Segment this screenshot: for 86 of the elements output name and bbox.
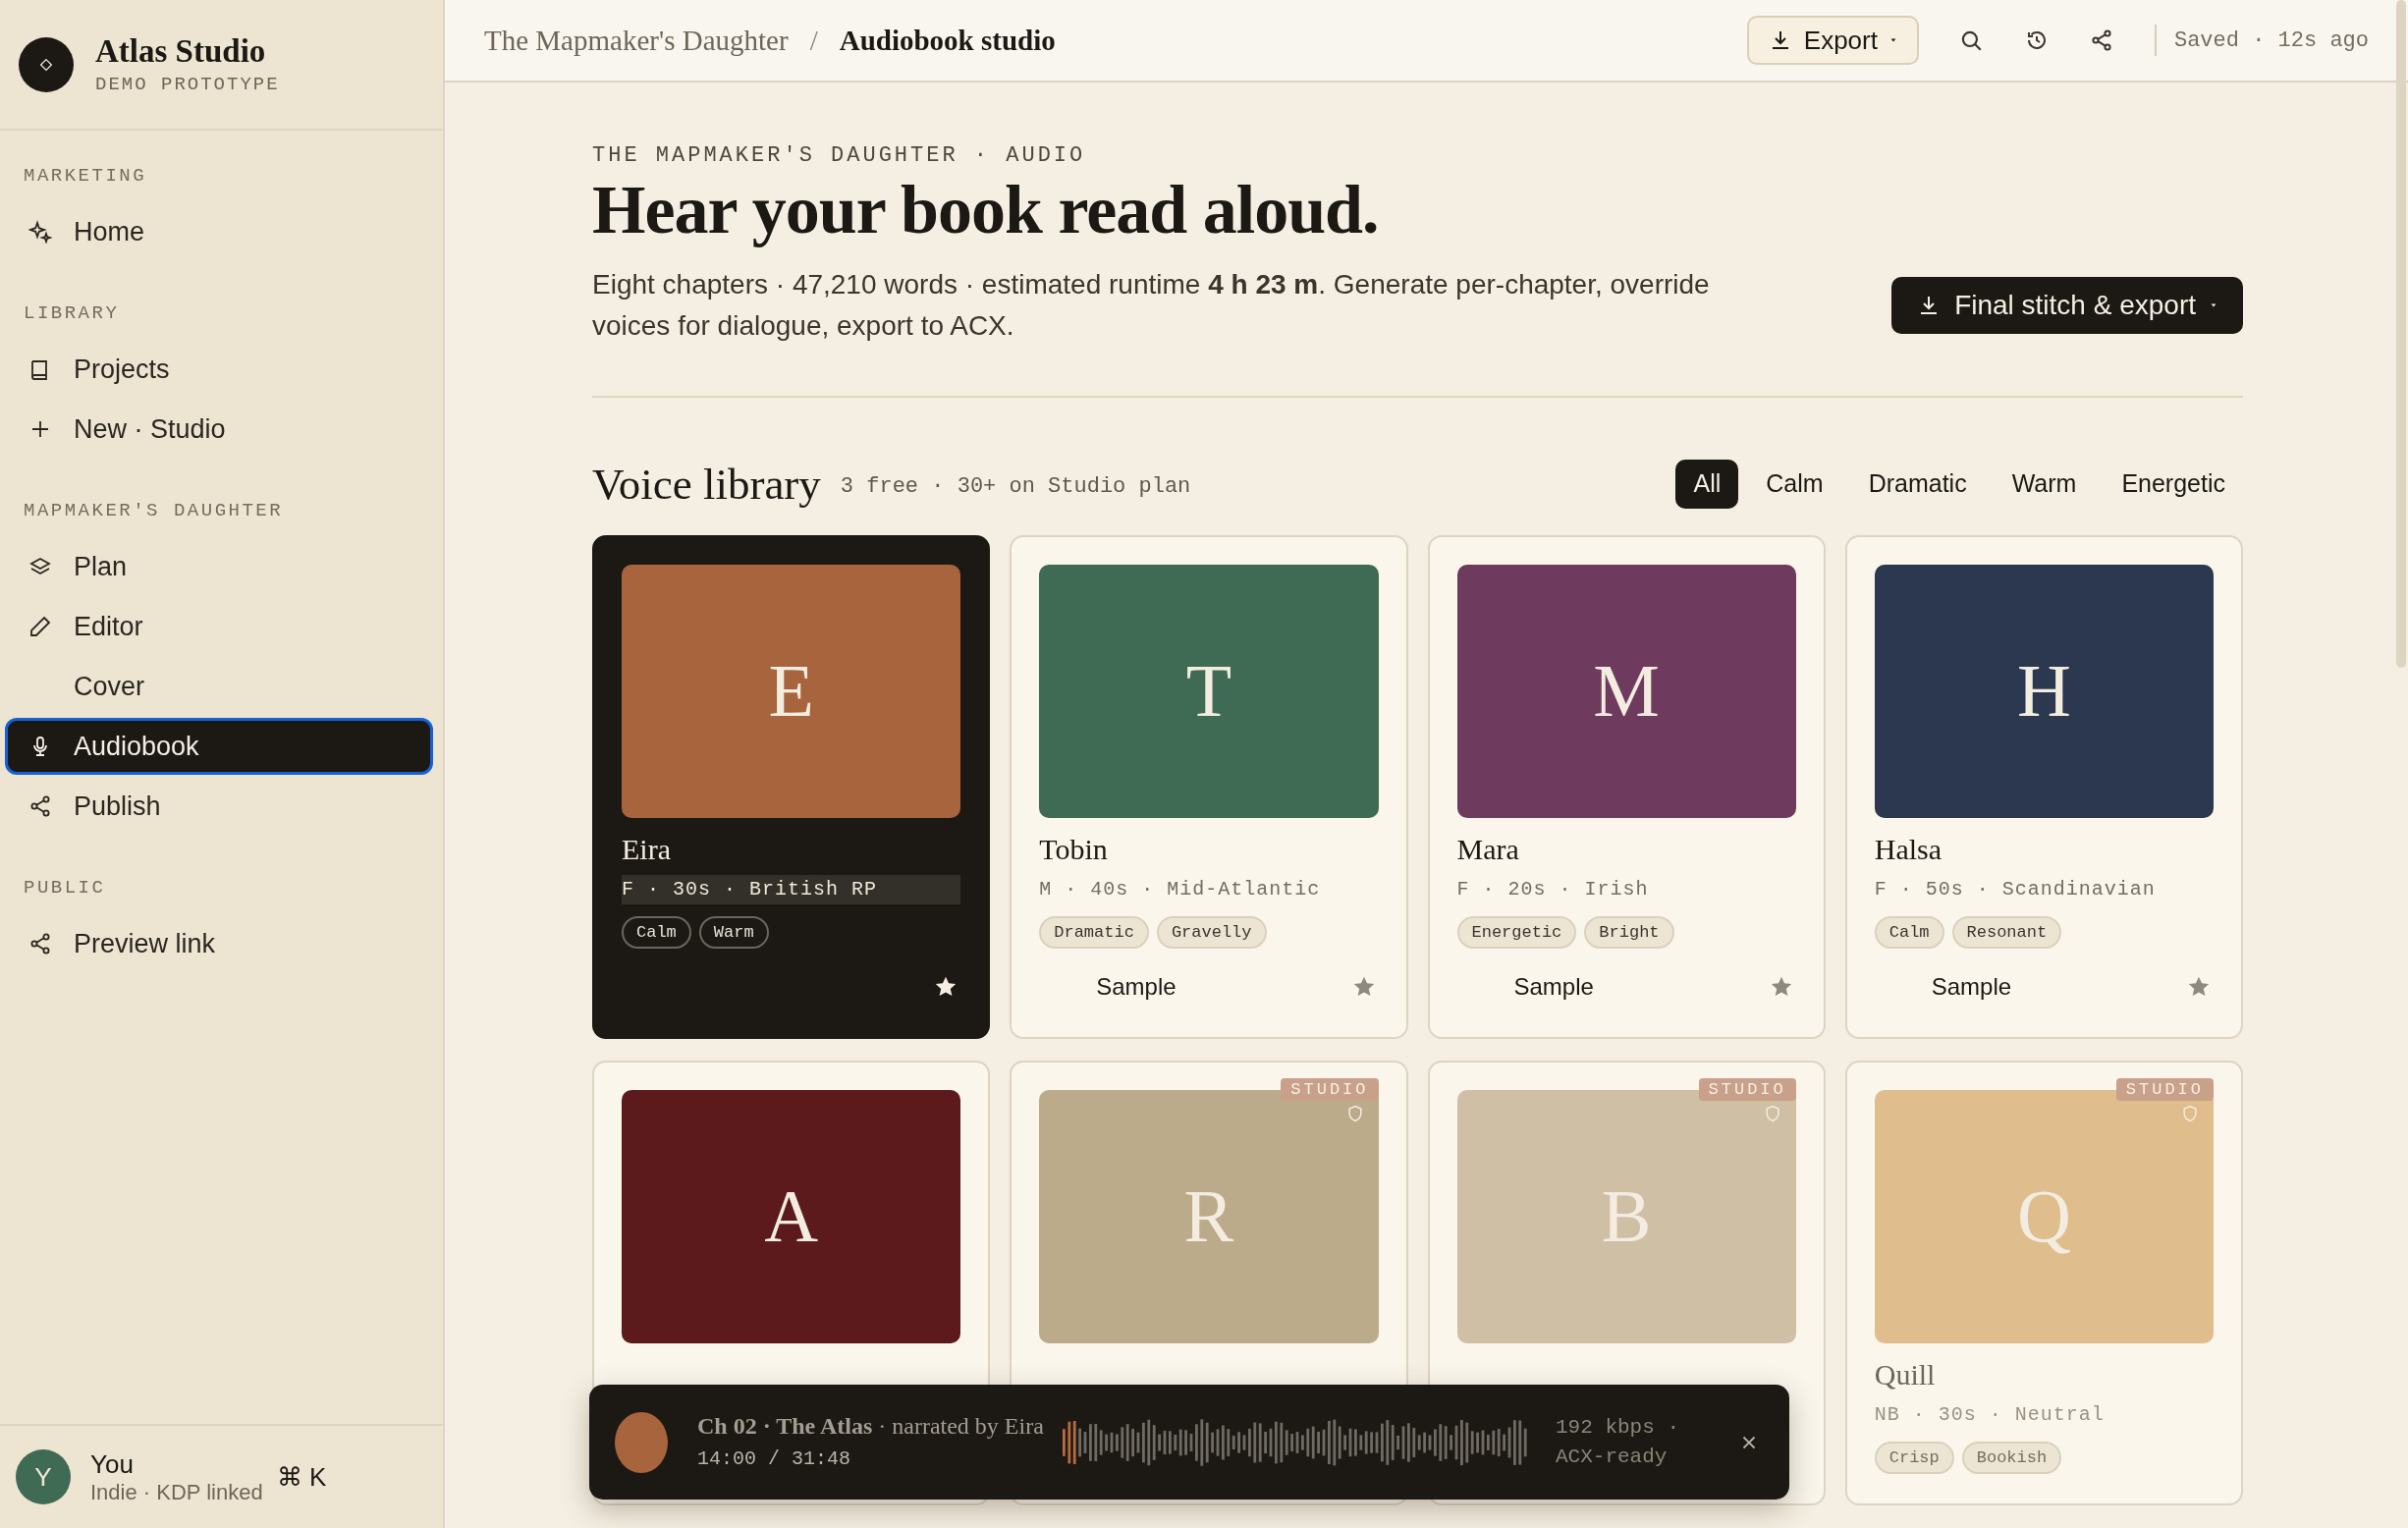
voice-initial: E bbox=[768, 648, 814, 734]
scrollbar[interactable] bbox=[2396, 0, 2406, 668]
voice-name: Mara bbox=[1456, 831, 1520, 867]
sparkle-icon bbox=[28, 220, 52, 244]
voice-tag: Calm bbox=[1874, 915, 1944, 949]
shortcut-hint[interactable]: ⌘ K bbox=[276, 1461, 327, 1493]
caret-icon bbox=[1888, 36, 1897, 44]
section-title: Voice library bbox=[592, 458, 821, 510]
share-icon[interactable] bbox=[2089, 28, 2113, 52]
voice-initial: M bbox=[1593, 648, 1660, 734]
filter-chip[interactable]: Warm bbox=[1994, 459, 2095, 509]
user-avatar: Y bbox=[16, 1449, 71, 1504]
waveform-drawing[interactable] bbox=[1063, 1416, 1530, 1468]
page-title: Hear your book read aloud. bbox=[592, 174, 1380, 246]
breadcrumb-separator: / bbox=[809, 24, 818, 57]
plan-badge: STUDIO bbox=[2115, 1077, 2214, 1101]
voice-tag: Energetic bbox=[1456, 915, 1577, 949]
pencil-icon bbox=[28, 615, 52, 638]
voice-card[interactable]: T Tobin M · 40s · Mid-Atlantic Dramatic Gravelly Sample bbox=[1010, 534, 1408, 1039]
share-icon bbox=[28, 794, 52, 818]
voice-tag: Crisp bbox=[1874, 1441, 1954, 1474]
breadcrumb-item: Audiobook studio bbox=[839, 24, 1056, 57]
section-label: PUBLIC bbox=[23, 876, 107, 900]
filter-chip[interactable]: Dramatic bbox=[1850, 459, 1985, 509]
nav-item[interactable]: Home bbox=[5, 203, 433, 260]
nav-item[interactable]: Projects bbox=[5, 341, 433, 398]
share-icon bbox=[28, 932, 52, 955]
section-label: LIBRARY bbox=[23, 301, 121, 326]
filter-chip[interactable]: Calm bbox=[1748, 459, 1841, 509]
breadcrumb-item[interactable]: The Mapmaker's Daughter bbox=[484, 24, 789, 57]
voice-tag: Dramatic bbox=[1039, 915, 1149, 949]
nav-item[interactable]: Cover bbox=[5, 658, 433, 715]
voice-initial: Q bbox=[2016, 1173, 2071, 1259]
plan-badge: STUDIO bbox=[1281, 1077, 1379, 1101]
user-detail: Indie · KDP linked bbox=[90, 1479, 263, 1505]
filter-chip[interactable]: Energetic bbox=[2104, 459, 2243, 509]
section-label: MAPMAKER'S DAUGHTER bbox=[23, 499, 285, 523]
app-subtitle: DEMO PROTOTYPE bbox=[95, 74, 280, 95]
voice-name: Eira bbox=[622, 831, 672, 867]
section-note: 3 free · 30+ on Studio plan bbox=[840, 474, 1191, 499]
nav-item[interactable]: Audiobook bbox=[5, 718, 433, 775]
voice-tag: Resonant bbox=[1951, 915, 2062, 949]
voice-tag: Gravelly bbox=[1156, 915, 1267, 949]
voice-card[interactable]: Q STUDIO Quill NB · 30s · Neutral Crisp Bookish bbox=[1844, 1060, 2243, 1505]
voice-tag: Warm bbox=[698, 915, 769, 949]
nav-item[interactable]: Plan bbox=[5, 538, 433, 595]
section-label: MARKETING bbox=[23, 164, 148, 189]
voice-meta: F · 20s · Irish bbox=[1456, 876, 1650, 902]
nav-item[interactable]: Editor bbox=[5, 598, 433, 655]
track-time: 14:00 / 31:48 bbox=[697, 1447, 852, 1470]
audio-quality: 192 kbps · ACX-ready bbox=[1556, 1414, 1681, 1470]
voice-card[interactable]: E Eira F · 30s · British RP Calm Warm bbox=[592, 534, 991, 1039]
caret-icon bbox=[2210, 300, 2217, 309]
page-eyebrow: THE MAPMAKER'S DAUGHTER · AUDIO bbox=[592, 143, 1087, 168]
shield-icon bbox=[2180, 1103, 2200, 1123]
nav-item[interactable]: Publish bbox=[5, 778, 433, 835]
voice-tag: Bright bbox=[1584, 915, 1674, 949]
voice-name: Quill bbox=[1874, 1356, 1937, 1392]
voice-card[interactable]: H Halsa F · 50s · Scandinavian Calm Resonant Sample bbox=[1844, 534, 2243, 1039]
filter-chip[interactable]: All bbox=[1675, 459, 1739, 509]
voice-card[interactable]: M Mara F · 20s · Irish Energetic Bright Sample bbox=[1427, 534, 1826, 1039]
sample-button[interactable]: Sample bbox=[1086, 968, 1186, 1005]
final-export-button[interactable]: Final stitch & export bbox=[1891, 276, 2243, 334]
nav-item[interactable]: Preview link bbox=[5, 915, 433, 972]
sample-button[interactable]: Sample bbox=[1921, 968, 2022, 1005]
app-title: Atlas Studio bbox=[95, 33, 267, 70]
voice-initial: B bbox=[1601, 1173, 1652, 1259]
voice-tag: Calm bbox=[622, 915, 691, 949]
plan-badge: STUDIO bbox=[1698, 1077, 1796, 1101]
voice-meta: F · 50s · Scandinavian bbox=[1874, 876, 2157, 902]
voice-meta: NB · 30s · Neutral bbox=[1874, 1401, 2106, 1428]
voice-name: Halsa bbox=[1874, 831, 1943, 867]
sample-button[interactable]: Sample bbox=[1504, 968, 1604, 1005]
voice-meta: F · 30s · British RP bbox=[622, 874, 961, 904]
voice-meta: M · 40s · Mid-Atlantic bbox=[1039, 876, 1322, 902]
voice-initial: A bbox=[764, 1173, 819, 1259]
voice-initial: R bbox=[1183, 1173, 1234, 1259]
voice-tag: Bookish bbox=[1961, 1441, 2062, 1474]
page-description: Eight chapters · 47,210 words · estimated runtime 4 h 23 m. Generate per-chapter, override voices for dialogue, export to ACX. bbox=[592, 267, 1711, 343]
save-status: Saved · 12s ago bbox=[2173, 27, 2369, 53]
voice-initial: H bbox=[2016, 648, 2071, 734]
export-button[interactable]: Export bbox=[1746, 16, 1919, 65]
nav-item[interactable]: New · Studio bbox=[5, 401, 433, 458]
voice-initial: T bbox=[1185, 648, 1232, 734]
user-name: You bbox=[90, 1448, 135, 1480]
voice-name: Tobin bbox=[1039, 831, 1109, 867]
